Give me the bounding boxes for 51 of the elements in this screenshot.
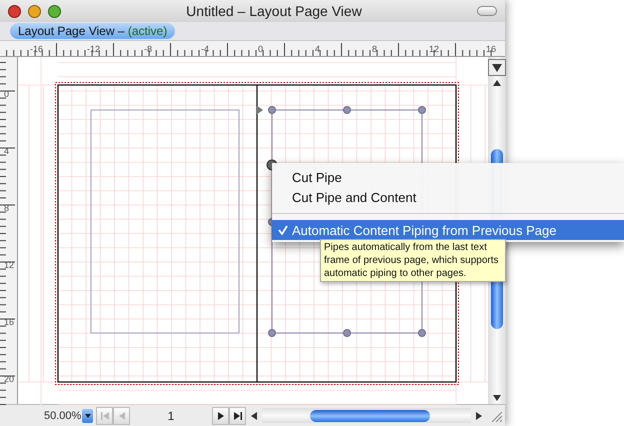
horizontal-scrollbar[interactable]	[262, 408, 471, 423]
ruler-label: 12	[429, 44, 440, 54]
right-arrow-icon	[476, 412, 482, 420]
frame-handle[interactable]	[268, 329, 276, 337]
down-arrow-icon	[493, 394, 501, 400]
tooltip: Pipes automatically from the last text frame of previous page, which supports automatic piping to other pages.	[320, 239, 506, 282]
frame-handle[interactable]	[343, 329, 351, 337]
menu-item[interactable]: Cut Pipe and Content	[272, 187, 624, 207]
ruler-label: 8	[372, 44, 378, 54]
previous-page-icon	[118, 412, 124, 420]
ruler-label: -12	[87, 44, 100, 54]
caret-icon	[492, 64, 502, 72]
caret-icon	[84, 414, 90, 418]
ruler-label: 0	[4, 90, 10, 99]
ruler-label: 20	[4, 375, 14, 384]
zoom-icon[interactable]	[48, 4, 61, 18]
frame-handle[interactable]	[418, 106, 426, 114]
ruler-label: 16	[4, 318, 14, 327]
menu-item[interactable]: Cut Pipe	[272, 167, 624, 187]
last-page-icon	[234, 412, 242, 420]
toolbar-toggle-button[interactable]	[477, 6, 497, 16]
ruler-label: -16	[30, 44, 44, 54]
ruler-label: 8	[4, 204, 10, 213]
up-arrow-icon	[493, 80, 501, 86]
view-tab[interactable]: Layout Page View – (active)	[10, 23, 176, 39]
resize-grip-icon[interactable]	[490, 410, 502, 422]
ruler-label: 4	[4, 147, 10, 156]
scroll-thumb[interactable]	[310, 410, 430, 422]
ruler-label: -4	[201, 44, 210, 54]
page-nav-button[interactable]	[212, 406, 229, 424]
zoom-dropdown-button[interactable]	[82, 408, 93, 422]
minimize-icon[interactable]	[28, 4, 41, 18]
pipe-arrow-icon	[256, 105, 263, 115]
frame-handle[interactable]	[268, 106, 276, 114]
page-number: 1	[168, 408, 174, 422]
ruler-label: 0	[258, 44, 264, 54]
page-nav-button[interactable]	[229, 406, 246, 424]
ruler-label: 16	[486, 44, 496, 54]
ruler-label: 12	[4, 261, 14, 270]
split-view-button[interactable]	[488, 59, 506, 76]
ruler-label: 4	[315, 44, 320, 54]
window-title: Untitled – Layout Page View	[185, 3, 363, 19]
menu-item[interactable]: Automatic Content Piping from Previous Page	[272, 220, 624, 240]
zoom-field[interactable]: 50.00%	[44, 410, 82, 422]
left-arrow-icon	[251, 412, 257, 420]
ruler-label: -8	[144, 44, 152, 54]
frame-handle[interactable]	[418, 329, 426, 337]
first-page-icon	[100, 412, 108, 420]
next-page-icon	[218, 412, 224, 420]
close-icon[interactable]	[8, 4, 21, 18]
frame-handle[interactable]	[343, 106, 351, 114]
